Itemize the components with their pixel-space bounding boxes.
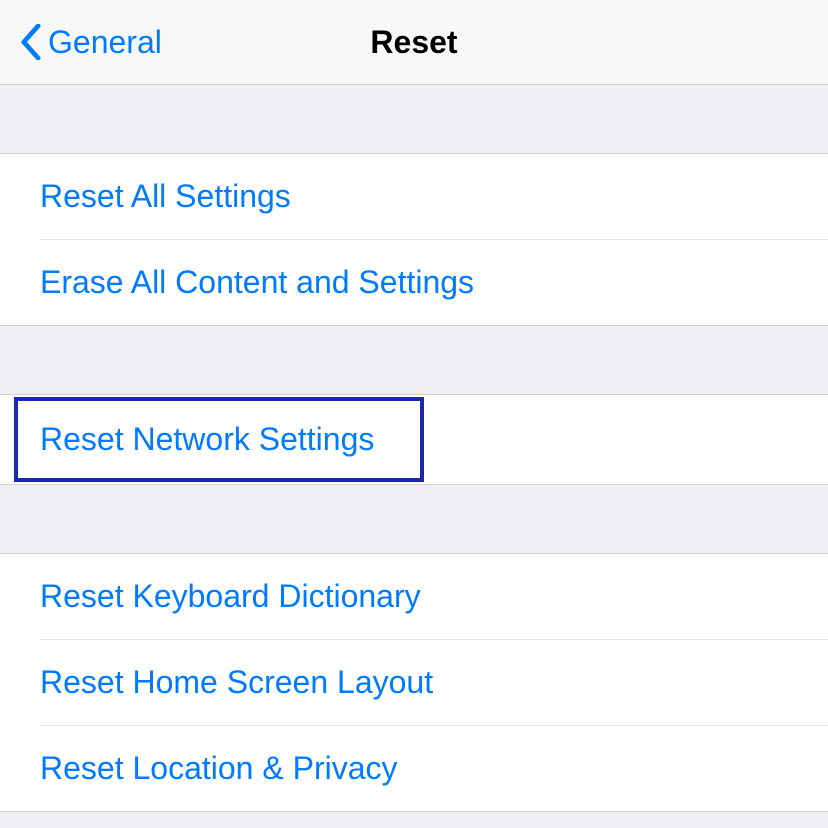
reset-home-screen-row[interactable]: Reset Home Screen Layout — [0, 640, 828, 726]
list-item-label: Reset Network Settings — [40, 395, 828, 484]
list-item-label: Erase All Content and Settings — [40, 240, 828, 325]
section-separator — [0, 485, 828, 553]
list-item-label: Reset Location & Privacy — [40, 726, 828, 811]
erase-all-content-row[interactable]: Erase All Content and Settings — [0, 240, 828, 325]
settings-section: Reset All Settings Erase All Content and… — [0, 153, 828, 326]
list-item-label: Reset Home Screen Layout — [40, 640, 828, 726]
page-title: Reset — [370, 24, 457, 61]
settings-section: Reset Network Settings — [0, 394, 828, 485]
list-item-label: Reset Keyboard Dictionary — [40, 554, 828, 640]
reset-network-settings-row[interactable]: Reset Network Settings — [0, 395, 828, 484]
chevron-left-icon — [20, 24, 42, 60]
reset-all-settings-row[interactable]: Reset All Settings — [0, 154, 828, 240]
settings-section: Reset Keyboard Dictionary Reset Home Scr… — [0, 553, 828, 812]
reset-location-privacy-row[interactable]: Reset Location & Privacy — [0, 726, 828, 811]
section-separator — [0, 85, 828, 153]
list-item-label: Reset All Settings — [40, 154, 828, 240]
section-separator — [0, 326, 828, 394]
navigation-bar: General Reset — [0, 0, 828, 85]
back-label: General — [48, 24, 162, 61]
reset-keyboard-dictionary-row[interactable]: Reset Keyboard Dictionary — [0, 554, 828, 640]
back-button[interactable]: General — [20, 24, 162, 61]
